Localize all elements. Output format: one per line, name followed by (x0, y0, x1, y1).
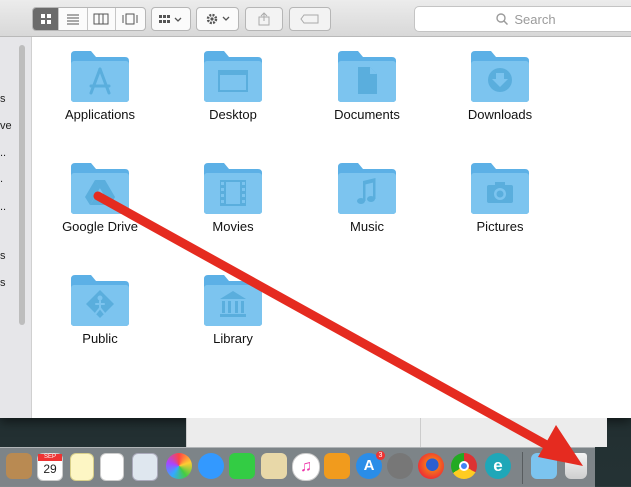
arrow-head-icon (538, 425, 583, 466)
arrow-shaft (93, 191, 557, 453)
drag-arrow-annotation (93, 191, 583, 466)
